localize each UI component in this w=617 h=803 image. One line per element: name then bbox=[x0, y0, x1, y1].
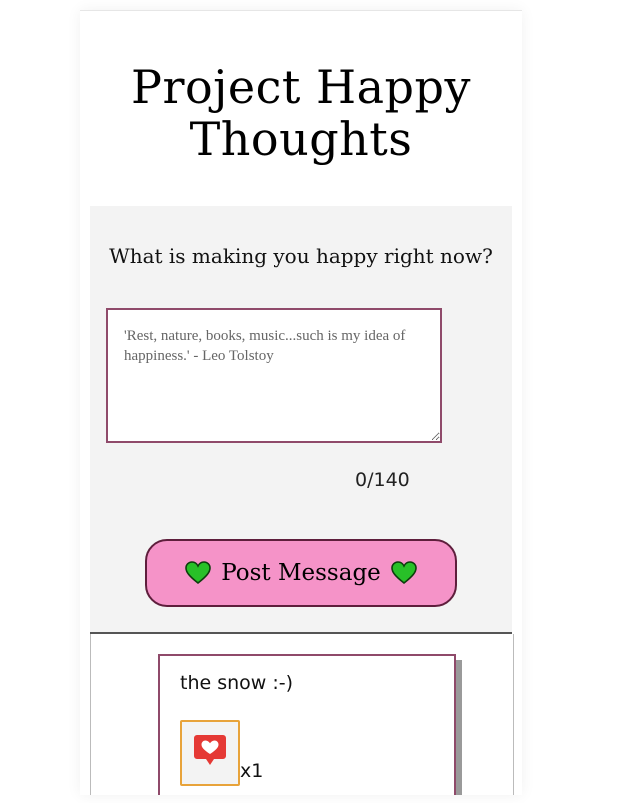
thoughts-list: the snow :-) x1 bbox=[90, 634, 514, 795]
green-heart-icon bbox=[185, 561, 212, 585]
like-count: x1 bbox=[240, 760, 264, 782]
thought-card: the snow :-) x1 bbox=[158, 654, 456, 795]
heart-speech-bubble-icon bbox=[194, 735, 226, 765]
message-input[interactable] bbox=[106, 308, 442, 443]
form-prompt: What is making you happy right now? bbox=[109, 244, 493, 268]
thought-message: the snow :-) bbox=[180, 672, 294, 694]
post-message-button[interactable]: Post Message bbox=[145, 539, 457, 607]
page-container: Project Happy Thoughts What is making yo… bbox=[80, 10, 522, 795]
thought-form: What is making you happy right now? 0/14… bbox=[90, 206, 512, 634]
like-button[interactable] bbox=[180, 720, 240, 786]
post-button-label: Post Message bbox=[221, 560, 381, 586]
character-counter: 0/140 bbox=[355, 469, 410, 491]
green-heart-icon bbox=[390, 561, 417, 585]
page-title: Project Happy Thoughts bbox=[131, 60, 471, 166]
